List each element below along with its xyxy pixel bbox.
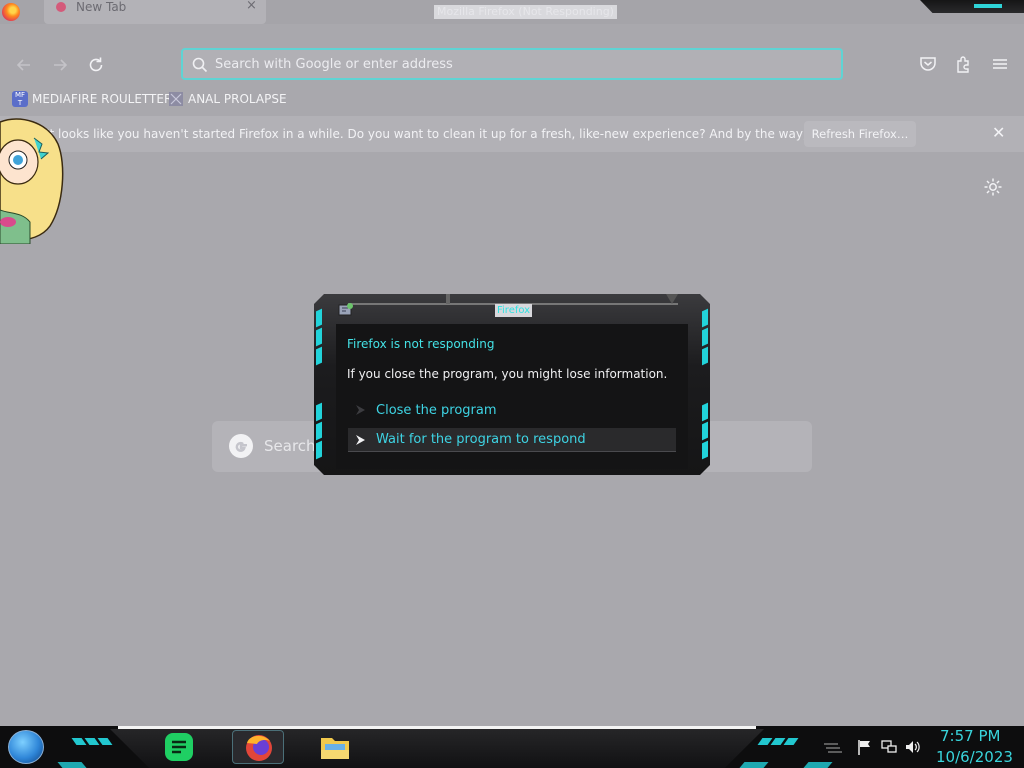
window-controls[interactable] [920,0,1024,13]
address-bar[interactable] [181,48,843,80]
file-explorer-app-button[interactable] [318,730,352,764]
tab-close-icon[interactable]: × [246,0,257,13]
dialog-heading: Firefox is not responding [347,337,495,351]
taskbar-chevrons-left [71,738,113,745]
network-icon[interactable] [880,738,898,756]
title-bar: New Tab × Mozilla Firefox (Not Respondin… [0,0,1024,24]
dialog-info: If you close the program, you might lose… [347,367,668,381]
arrow-right-icon [356,405,365,415]
extensions-button[interactable] [954,54,974,74]
dialog-right-lights [702,308,710,461]
taskbar-accent [803,762,833,768]
notes-icon [165,733,193,761]
mediafire-icon: MF T [12,91,28,107]
wait-for-program-option[interactable]: Wait for the program to respond [348,428,676,452]
taskbar-top-edge [118,726,756,729]
taskbar-accent [57,762,87,768]
bookmark-label: MEDIAFIRE ROULETTER [32,92,173,106]
flag-icon[interactable] [856,738,874,756]
dialog-left-lights [316,308,324,461]
notes-app-button[interactable] [162,730,196,764]
pocket-button[interactable] [918,54,938,74]
not-responding-dialog: Firefox Firefox is not responding If you… [314,294,710,475]
app-menu-button[interactable] [990,54,1010,74]
firefox-app-button[interactable] [232,730,284,764]
reload-button[interactable] [85,54,107,76]
volume-icon[interactable] [904,738,922,756]
show-desktop-icon[interactable] [822,740,844,756]
taskbar-accent [739,762,769,768]
search-icon [192,57,208,73]
close-program-option[interactable]: Close the program [348,398,676,422]
firefox-logo-icon [2,3,20,21]
window-title: Mozilla Firefox (Not Responding) [434,5,617,19]
bookmark-label: ANAL PROLAPSE [188,92,287,106]
option-label: Close the program [376,402,497,418]
bookmark-mediafire-rouletter[interactable]: MF T MEDIAFIRE ROULETTER [12,90,172,108]
firefox-icon [246,735,272,761]
refresh-firefox-button[interactable]: Refresh Firefox… [804,121,916,147]
dialog-notch [446,294,450,304]
dialog-body: Firefox is not responding If you close t… [336,324,688,469]
option-label: Wait for the program to respond [376,432,586,447]
clock-date[interactable]: 10/6/2023 [936,748,1013,766]
arrow-left-icon [16,59,30,71]
bookmarks-toolbar: MF T MEDIAFIRE ROULETTER ANAL PROLAPSE [0,88,1024,110]
reload-icon [89,57,103,72]
forward-button[interactable] [49,54,71,76]
taskbar [0,726,1024,768]
app-icon [338,303,353,316]
extensions-icon [957,56,969,73]
bookmark-anal-prolapse[interactable]: ANAL PROLAPSE [168,90,287,108]
notification-close-icon[interactable]: ✕ [992,123,1005,142]
settings-gear-icon[interactable] [982,176,1004,198]
folder-icon [321,738,349,759]
cartoon-character-image [0,118,64,244]
taskbar-chevrons-right [757,738,799,745]
notification-bar: It looks like you haven't started Firefo… [0,116,1024,152]
nav-bar [0,44,1024,84]
tab-new-tab[interactable]: New Tab × [44,0,266,24]
taskbar-trim [110,729,764,768]
menu-icon [993,59,1007,69]
back-button[interactable] [13,54,35,76]
notification-message: It looks like you haven't started Firefo… [46,127,902,141]
tab-favicon-icon [56,2,66,12]
address-input[interactable] [215,54,815,74]
clock-time[interactable]: 7:57 PM [940,727,1000,745]
pocket-icon [920,57,936,71]
arrow-right-icon [356,434,365,445]
start-button[interactable] [8,730,44,764]
google-icon [229,434,253,458]
tab-label: New Tab [76,0,127,14]
arrow-right-icon [54,59,68,71]
bookmark-icon [169,92,183,106]
page-search-placeholder: Search [264,437,316,455]
dialog-title: Firefox [495,304,533,317]
